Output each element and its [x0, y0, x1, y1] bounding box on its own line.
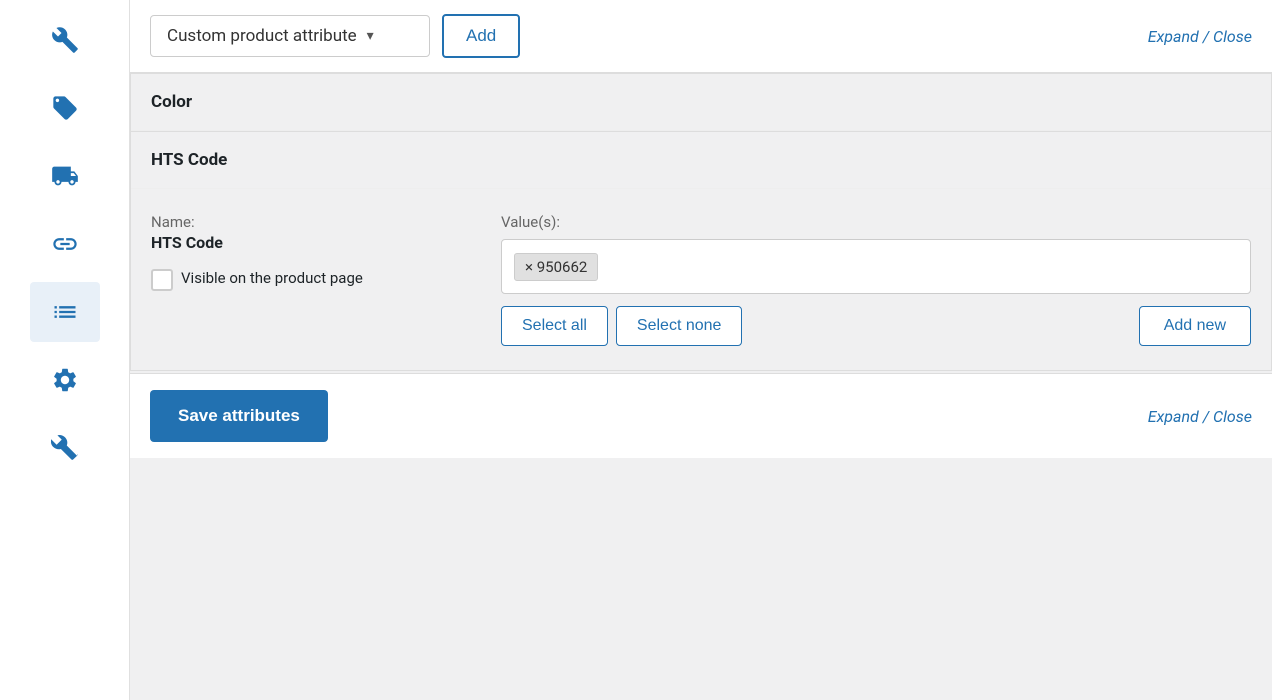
- action-buttons: Select all Select none Add new: [501, 306, 1251, 346]
- name-field-label: Name:: [151, 213, 471, 231]
- top-bar: Custom product attribute ▾ Add Expand / …: [130, 0, 1272, 73]
- hts-section: HTS Code Name: HTS Code Visible on the p…: [130, 131, 1272, 371]
- chevron-down-icon: ▾: [367, 28, 374, 44]
- add-new-button[interactable]: Add new: [1139, 306, 1251, 346]
- sidebar-item-tags[interactable]: [30, 78, 100, 138]
- expand-close-link[interactable]: Expand / Close: [1148, 27, 1252, 46]
- visible-checkbox-row: Visible on the product page: [151, 268, 471, 291]
- top-bar-left: Custom product attribute ▾ Add: [150, 14, 520, 58]
- sidebar-item-tools[interactable]: [30, 418, 100, 478]
- visible-checkbox[interactable]: [151, 269, 173, 291]
- color-section: Color: [130, 73, 1272, 131]
- main-content: Custom product attribute ▾ Add Expand / …: [130, 0, 1272, 700]
- bottom-bar: Save attributes Expand / Close: [130, 373, 1272, 458]
- add-button[interactable]: Add: [442, 14, 520, 58]
- hts-section-header: HTS Code: [131, 132, 1271, 189]
- sidebar-item-truck[interactable]: [30, 146, 100, 206]
- footer-expand-close-link[interactable]: Expand / Close: [1148, 407, 1252, 426]
- values-label: Value(s):: [501, 213, 1251, 231]
- hts-left-panel: Name: HTS Code Visible on the product pa…: [151, 213, 471, 346]
- sidebar: [0, 0, 130, 700]
- name-field-value: HTS Code: [151, 233, 471, 252]
- sidebar-item-wrench[interactable]: [30, 10, 100, 70]
- sidebar-item-gear[interactable]: [30, 350, 100, 410]
- visible-checkbox-label: Visible on the product page: [181, 268, 363, 289]
- color-section-header: Color: [131, 74, 1271, 131]
- value-tag: × 950662: [514, 253, 598, 281]
- hts-right-panel: Value(s): × 950662 Select all Select non…: [501, 213, 1251, 346]
- select-all-button[interactable]: Select all: [501, 306, 608, 346]
- sidebar-item-link[interactable]: [30, 214, 100, 274]
- attribute-selector-label: Custom product attribute: [167, 26, 357, 46]
- save-attributes-button[interactable]: Save attributes: [150, 390, 328, 442]
- hts-section-body: Name: HTS Code Visible on the product pa…: [131, 189, 1271, 370]
- value-tag-text: × 950662: [525, 258, 587, 276]
- select-none-button[interactable]: Select none: [616, 306, 743, 346]
- sidebar-item-list[interactable]: [30, 282, 100, 342]
- value-input-area[interactable]: × 950662: [501, 239, 1251, 294]
- attribute-selector[interactable]: Custom product attribute ▾: [150, 15, 430, 57]
